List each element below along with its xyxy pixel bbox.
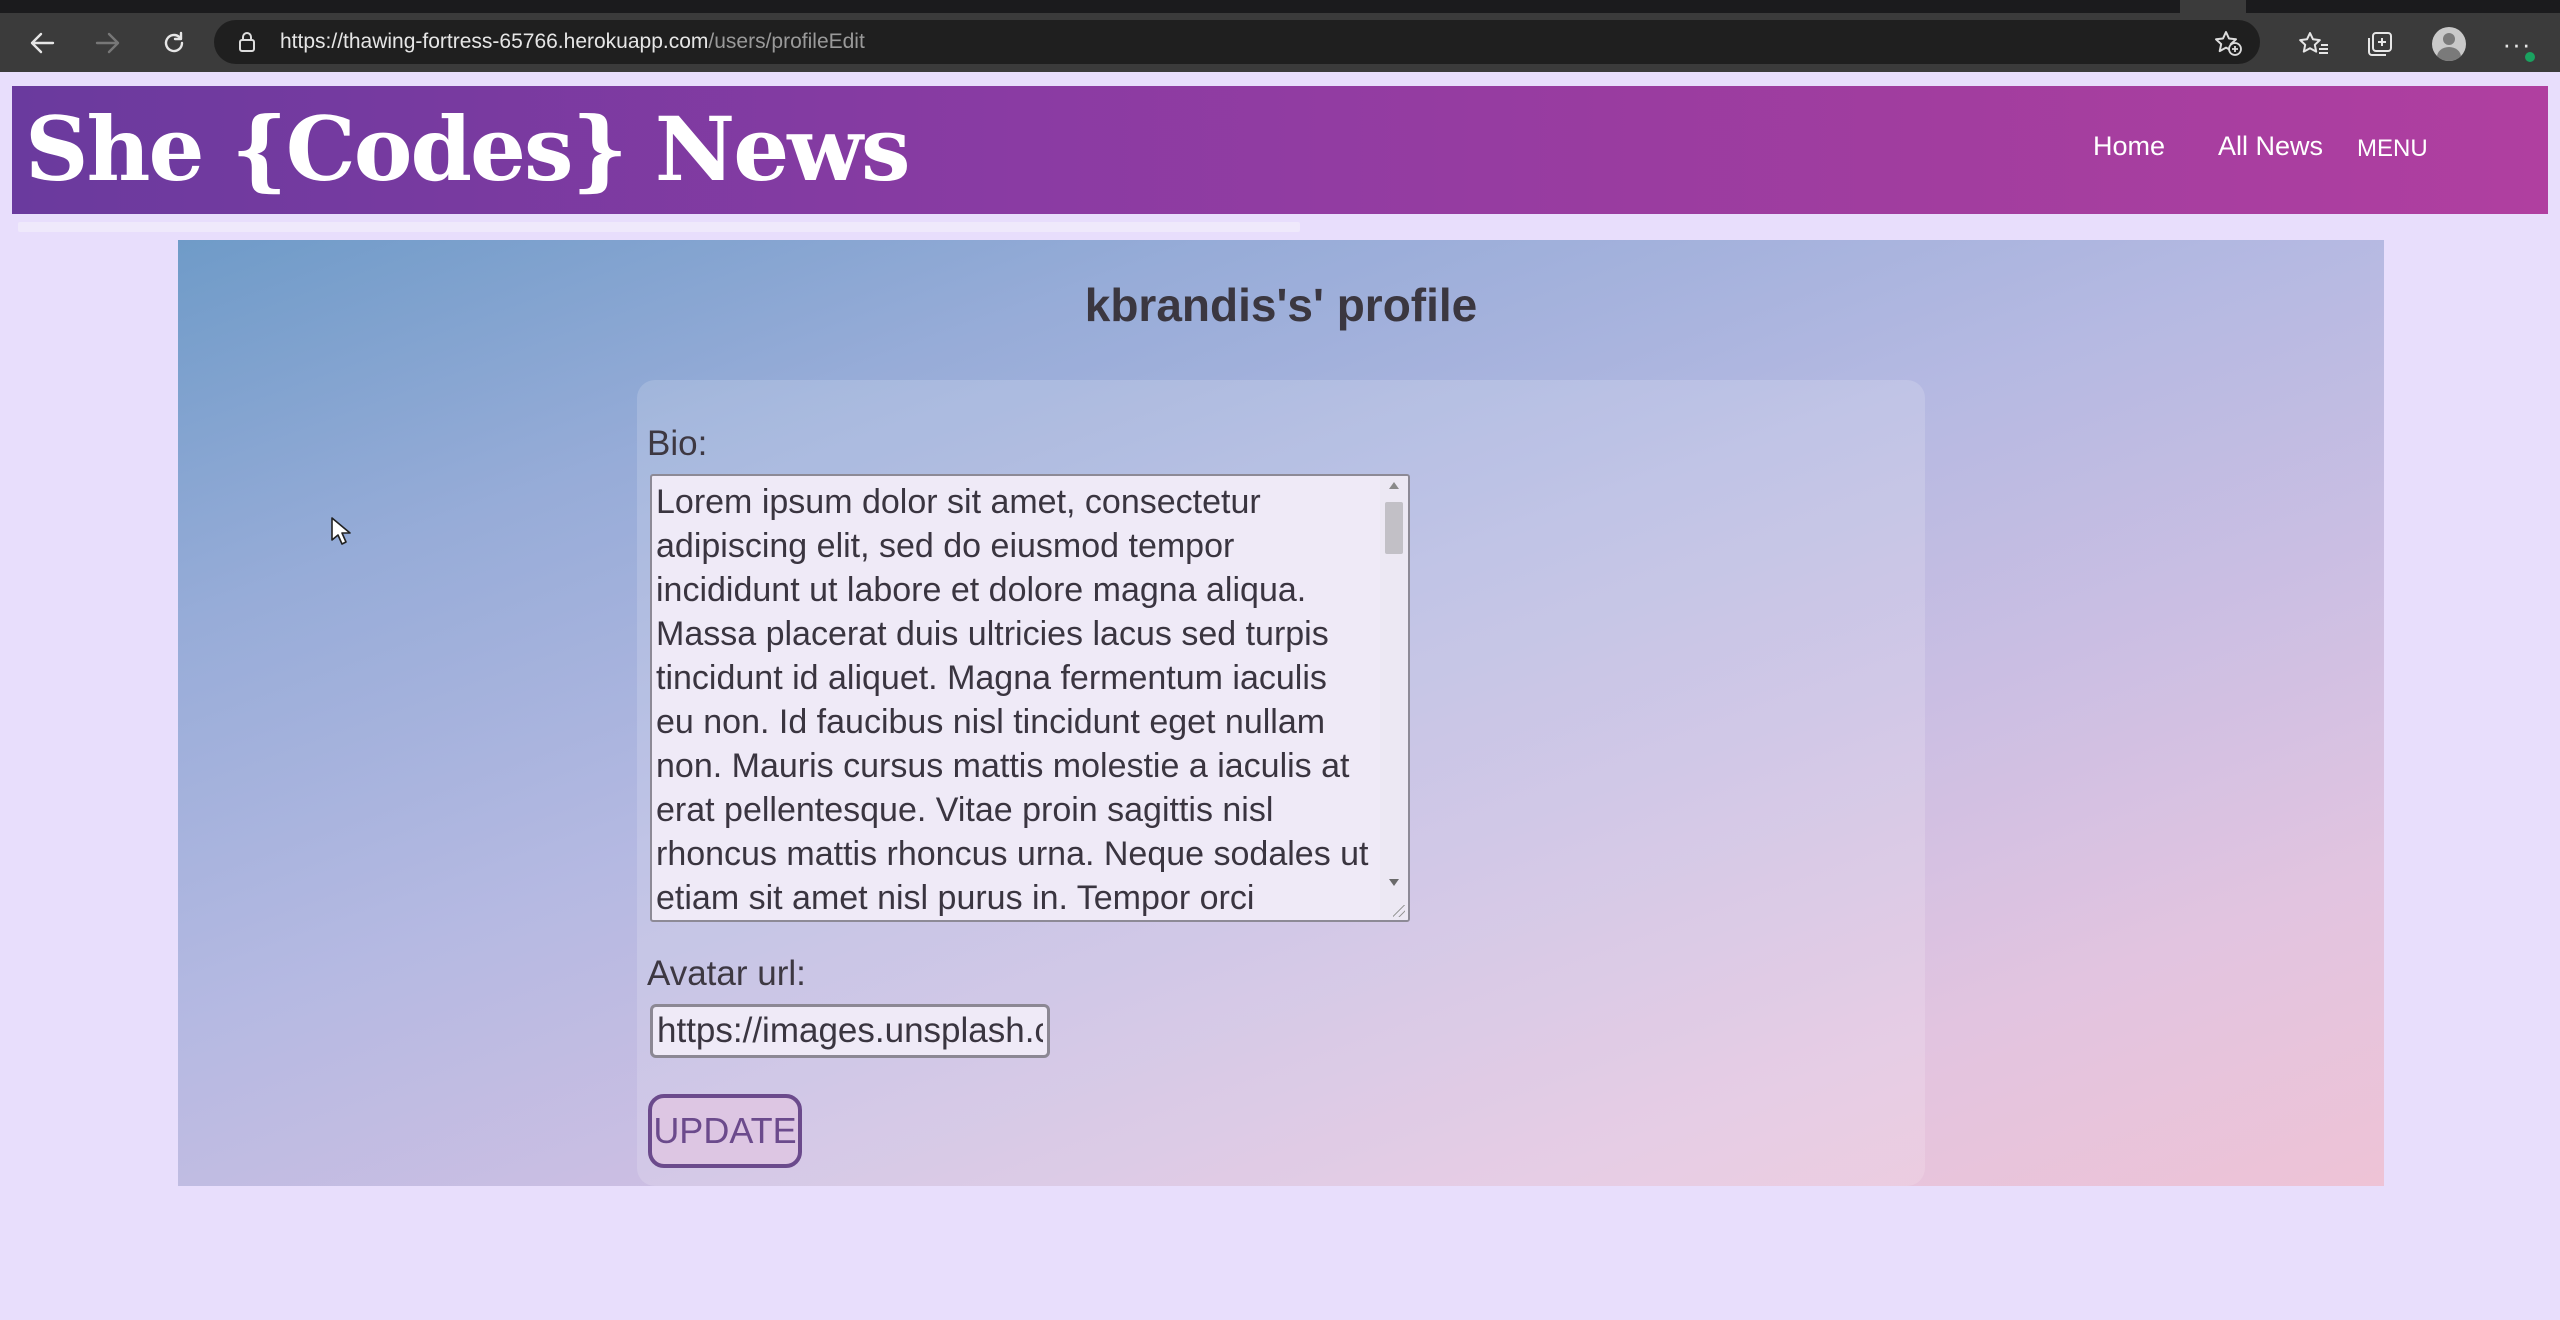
url-path: /users/profileEdit xyxy=(708,30,865,53)
bio-text[interactable]: Lorem ipsum dolor sit amet, consectetur … xyxy=(656,480,1374,920)
forward-arrow-icon[interactable] xyxy=(92,27,124,59)
resize-grip-icon[interactable] xyxy=(1393,905,1405,917)
profile-avatar-icon[interactable] xyxy=(2432,27,2466,61)
url-host: https://thawing-fortress-65766.herokuapp… xyxy=(280,30,709,53)
scroll-thumb[interactable] xyxy=(1385,502,1403,554)
collections-icon[interactable] xyxy=(2363,27,2397,61)
favorites-icon[interactable] xyxy=(2297,27,2331,61)
update-button[interactable]: UPDATE xyxy=(648,1094,802,1168)
update-available-icon xyxy=(2523,50,2538,64)
browser-tab-strip xyxy=(0,0,2560,13)
page-title: kbrandis's' profile xyxy=(1084,279,1478,331)
bio-textarea[interactable]: Lorem ipsum dolor sit amet, consectetur … xyxy=(650,474,1410,922)
nav-all-news-link[interactable]: All News xyxy=(2218,86,2323,214)
site-logo[interactable]: She {Codes} News xyxy=(25,86,910,214)
avatar-url-label: Avatar url: xyxy=(647,954,806,993)
back-arrow-icon[interactable] xyxy=(26,27,58,59)
bio-scrollbar[interactable] xyxy=(1380,476,1408,920)
avatar-url-input[interactable] xyxy=(650,1004,1050,1058)
lock-icon[interactable] xyxy=(238,32,256,57)
address-bar[interactable]: https://thawing-fortress-65766.herokuapp… xyxy=(214,20,2260,64)
scroll-down-icon[interactable] xyxy=(1389,879,1399,886)
bio-label: Bio: xyxy=(647,424,708,463)
profile-edit-form: Bio: Lorem ipsum dolor sit amet, consect… xyxy=(637,380,1925,1186)
more-options-icon[interactable]: ··· xyxy=(2500,27,2538,64)
browser-toolbar: https://thawing-fortress-65766.herokuapp… xyxy=(0,13,2560,72)
address-url[interactable]: https://thawing-fortress-65766.herokuapp… xyxy=(280,20,865,64)
reload-icon[interactable] xyxy=(158,27,190,59)
mouse-cursor-icon xyxy=(330,516,352,551)
scroll-up-icon[interactable] xyxy=(1389,482,1399,489)
profile-panel: kbrandis's' profile Bio: Lorem ipsum dol… xyxy=(178,240,2384,1186)
nav-home-link[interactable]: Home xyxy=(2093,86,2165,214)
site-header: She {Codes} News Home All News MENU xyxy=(12,86,2548,214)
active-browser-tab[interactable] xyxy=(2180,0,2246,13)
add-favorite-icon[interactable] xyxy=(2214,30,2242,61)
header-divider xyxy=(18,222,1300,232)
nav-menu-button[interactable]: MENU xyxy=(2357,86,2428,214)
